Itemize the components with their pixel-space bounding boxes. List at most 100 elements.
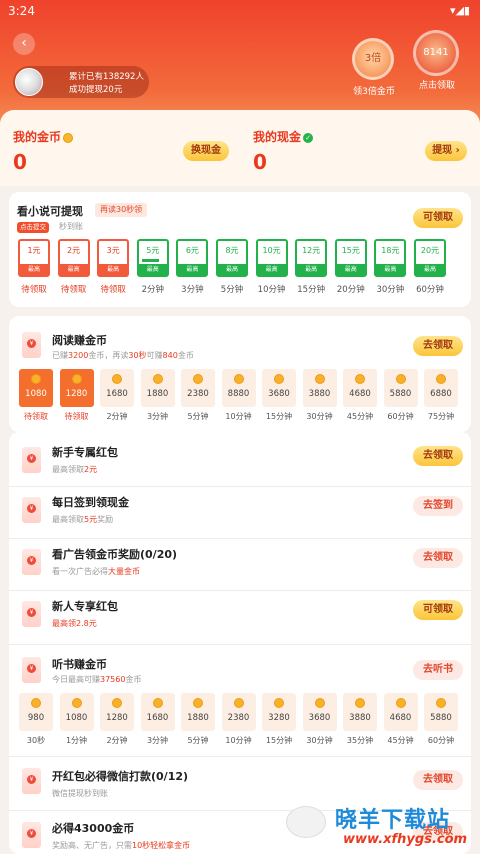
coin-icon: [112, 698, 122, 708]
red-envelope-icon: [22, 601, 41, 627]
novel-claim-button[interactable]: 可领取: [413, 208, 463, 228]
coin-label: 10分钟: [225, 736, 252, 745]
coin-icon: [233, 698, 244, 708]
packet-bar: 最高: [376, 264, 405, 275]
packet-label: 待领取: [21, 285, 47, 295]
coin-box[interactable]: 1880: [140, 369, 175, 407]
coin-icon: [436, 374, 446, 384]
novel-card: 看小说可提现 再读30秒领 点击提交 秒到账 可领取 1元 最高 待领取 2元 最高 待领…: [9, 192, 471, 307]
novel-badge[interactable]: 点击提交: [17, 222, 49, 233]
coin-box[interactable]: 1680: [140, 693, 175, 731]
red-envelope-icon: [22, 447, 41, 473]
coin-value: 3880: [349, 713, 371, 723]
coin-label: 10分钟: [225, 412, 252, 421]
red-packet[interactable]: 2元 最高: [57, 239, 90, 277]
novel-title: 看小说可提现: [17, 205, 83, 218]
coin-box[interactable]: 3280: [262, 693, 296, 731]
task-button[interactable]: 去领取: [413, 446, 463, 466]
coin-box[interactable]: 4680: [383, 693, 418, 731]
coin-box[interactable]: 8880: [221, 369, 256, 407]
coin-box[interactable]: 1880: [181, 693, 215, 731]
packet-bar: 最高: [257, 264, 286, 275]
red-packet[interactable]: 1元 最高: [18, 239, 50, 277]
claim-coin-button[interactable]: 8141: [413, 30, 459, 76]
coin-box[interactable]: 3880: [343, 693, 377, 731]
sheep-logo: [286, 806, 326, 838]
red-packet[interactable]: 20元 最高: [414, 239, 446, 277]
coin-value: 3680: [308, 713, 331, 723]
status-icons: ▾◢▮: [449, 4, 470, 17]
coin-label: 3分钟: [146, 412, 169, 421]
task-subtitle: 最高领2.8元: [52, 619, 97, 628]
novel-subtitle: 秒到账: [59, 222, 83, 231]
bottom-task-title: 必得43000金币: [52, 822, 135, 835]
red-packet[interactable]: 5元 最高: [136, 239, 169, 277]
packet-amount: 6元: [185, 246, 199, 255]
coin-box[interactable]: 980: [19, 693, 53, 731]
watermark-url: www.xfhygs.com: [343, 832, 468, 847]
red-packet[interactable]: 18元最高: [374, 239, 407, 277]
coin-box[interactable]: 6880: [424, 369, 458, 407]
red-packet[interactable]: 10元 最高: [255, 239, 288, 277]
coin-box[interactable]: 2380: [221, 693, 256, 731]
coin-value: 1880: [146, 389, 169, 399]
coin-box[interactable]: 5880: [383, 369, 418, 407]
packet-bar: 最高: [336, 264, 365, 275]
packet-amount: 8元: [225, 246, 239, 255]
coin-label: 待领取: [64, 412, 89, 421]
coin-label: 75分钟: [427, 412, 455, 421]
red-packet[interactable]: 8元 最高: [216, 239, 248, 277]
coin-icon: [314, 374, 325, 384]
task-button[interactable]: 可领取: [413, 600, 463, 620]
coin-icon: [193, 698, 203, 708]
coin-icon: [274, 374, 284, 384]
coin-box[interactable]: 3880: [302, 369, 337, 407]
coin-box[interactable]: 1280: [100, 693, 134, 731]
coin-box[interactable]: 1080: [19, 369, 53, 407]
coin-box[interactable]: 3680: [262, 369, 296, 407]
cash-title: 我的现金 ✓: [253, 128, 314, 145]
wechat-task-subtitle: 微信提现秒到账: [52, 789, 108, 798]
packet-label: 2分钟: [141, 285, 164, 295]
task-button[interactable]: 去签到: [413, 496, 463, 516]
coin-box[interactable]: 4680: [343, 369, 377, 407]
coin-icon: [31, 374, 41, 384]
packet-progress: [141, 259, 160, 262]
status-time: 3:24: [8, 4, 35, 18]
triple-coin-caption: 领3倍金币: [353, 87, 395, 97]
coin-label: 35分钟: [346, 736, 374, 745]
coin-label: 2分钟: [106, 412, 128, 421]
listening-button[interactable]: 去听书: [413, 660, 463, 680]
red-packet[interactable]: 6元 最高: [176, 239, 209, 277]
task-button[interactable]: 去领取: [413, 548, 463, 568]
red-packet[interactable]: 12元最高: [295, 239, 328, 277]
withdraw-button[interactable]: 提现 ›: [425, 141, 467, 161]
coin-label: 30分钟: [306, 736, 333, 745]
coin-value: 8880: [227, 389, 250, 399]
coin-box[interactable]: 1680: [100, 369, 134, 407]
back-button[interactable]: ‹: [13, 33, 35, 55]
wechat-task-button[interactable]: 去领取: [413, 770, 463, 790]
reading-claim-button[interactable]: 去领取: [413, 336, 463, 356]
coin-label: 2分钟: [106, 736, 128, 745]
coin-box[interactable]: 2380: [181, 369, 215, 407]
packet-bar: 最高: [59, 264, 88, 275]
exchange-cash-button[interactable]: 换现金: [183, 141, 229, 161]
packet-bar: 最高: [297, 264, 326, 275]
packet-amount: 12元: [302, 246, 321, 255]
coin-icon: [152, 374, 163, 384]
coin-box[interactable]: 5880: [424, 693, 458, 731]
coin-box[interactable]: 3680: [302, 693, 337, 731]
check-icon: ✓: [303, 132, 314, 143]
task-title: 看广告领金币奖励(0/20): [52, 548, 178, 561]
red-envelope-icon: [22, 657, 41, 683]
packet-amount: 18元: [381, 246, 400, 255]
coin-value: 980: [27, 713, 45, 723]
red-packet[interactable]: 3元 最高: [97, 239, 130, 277]
triple-coin-button[interactable]: 3倍: [352, 38, 394, 80]
coin-label: 45分钟: [387, 736, 414, 745]
packet-label: 60分钟: [416, 285, 444, 295]
red-packet[interactable]: 15元 最高: [334, 239, 367, 277]
coin-box[interactable]: 1280: [59, 369, 94, 407]
coin-box[interactable]: 1080: [59, 693, 94, 731]
